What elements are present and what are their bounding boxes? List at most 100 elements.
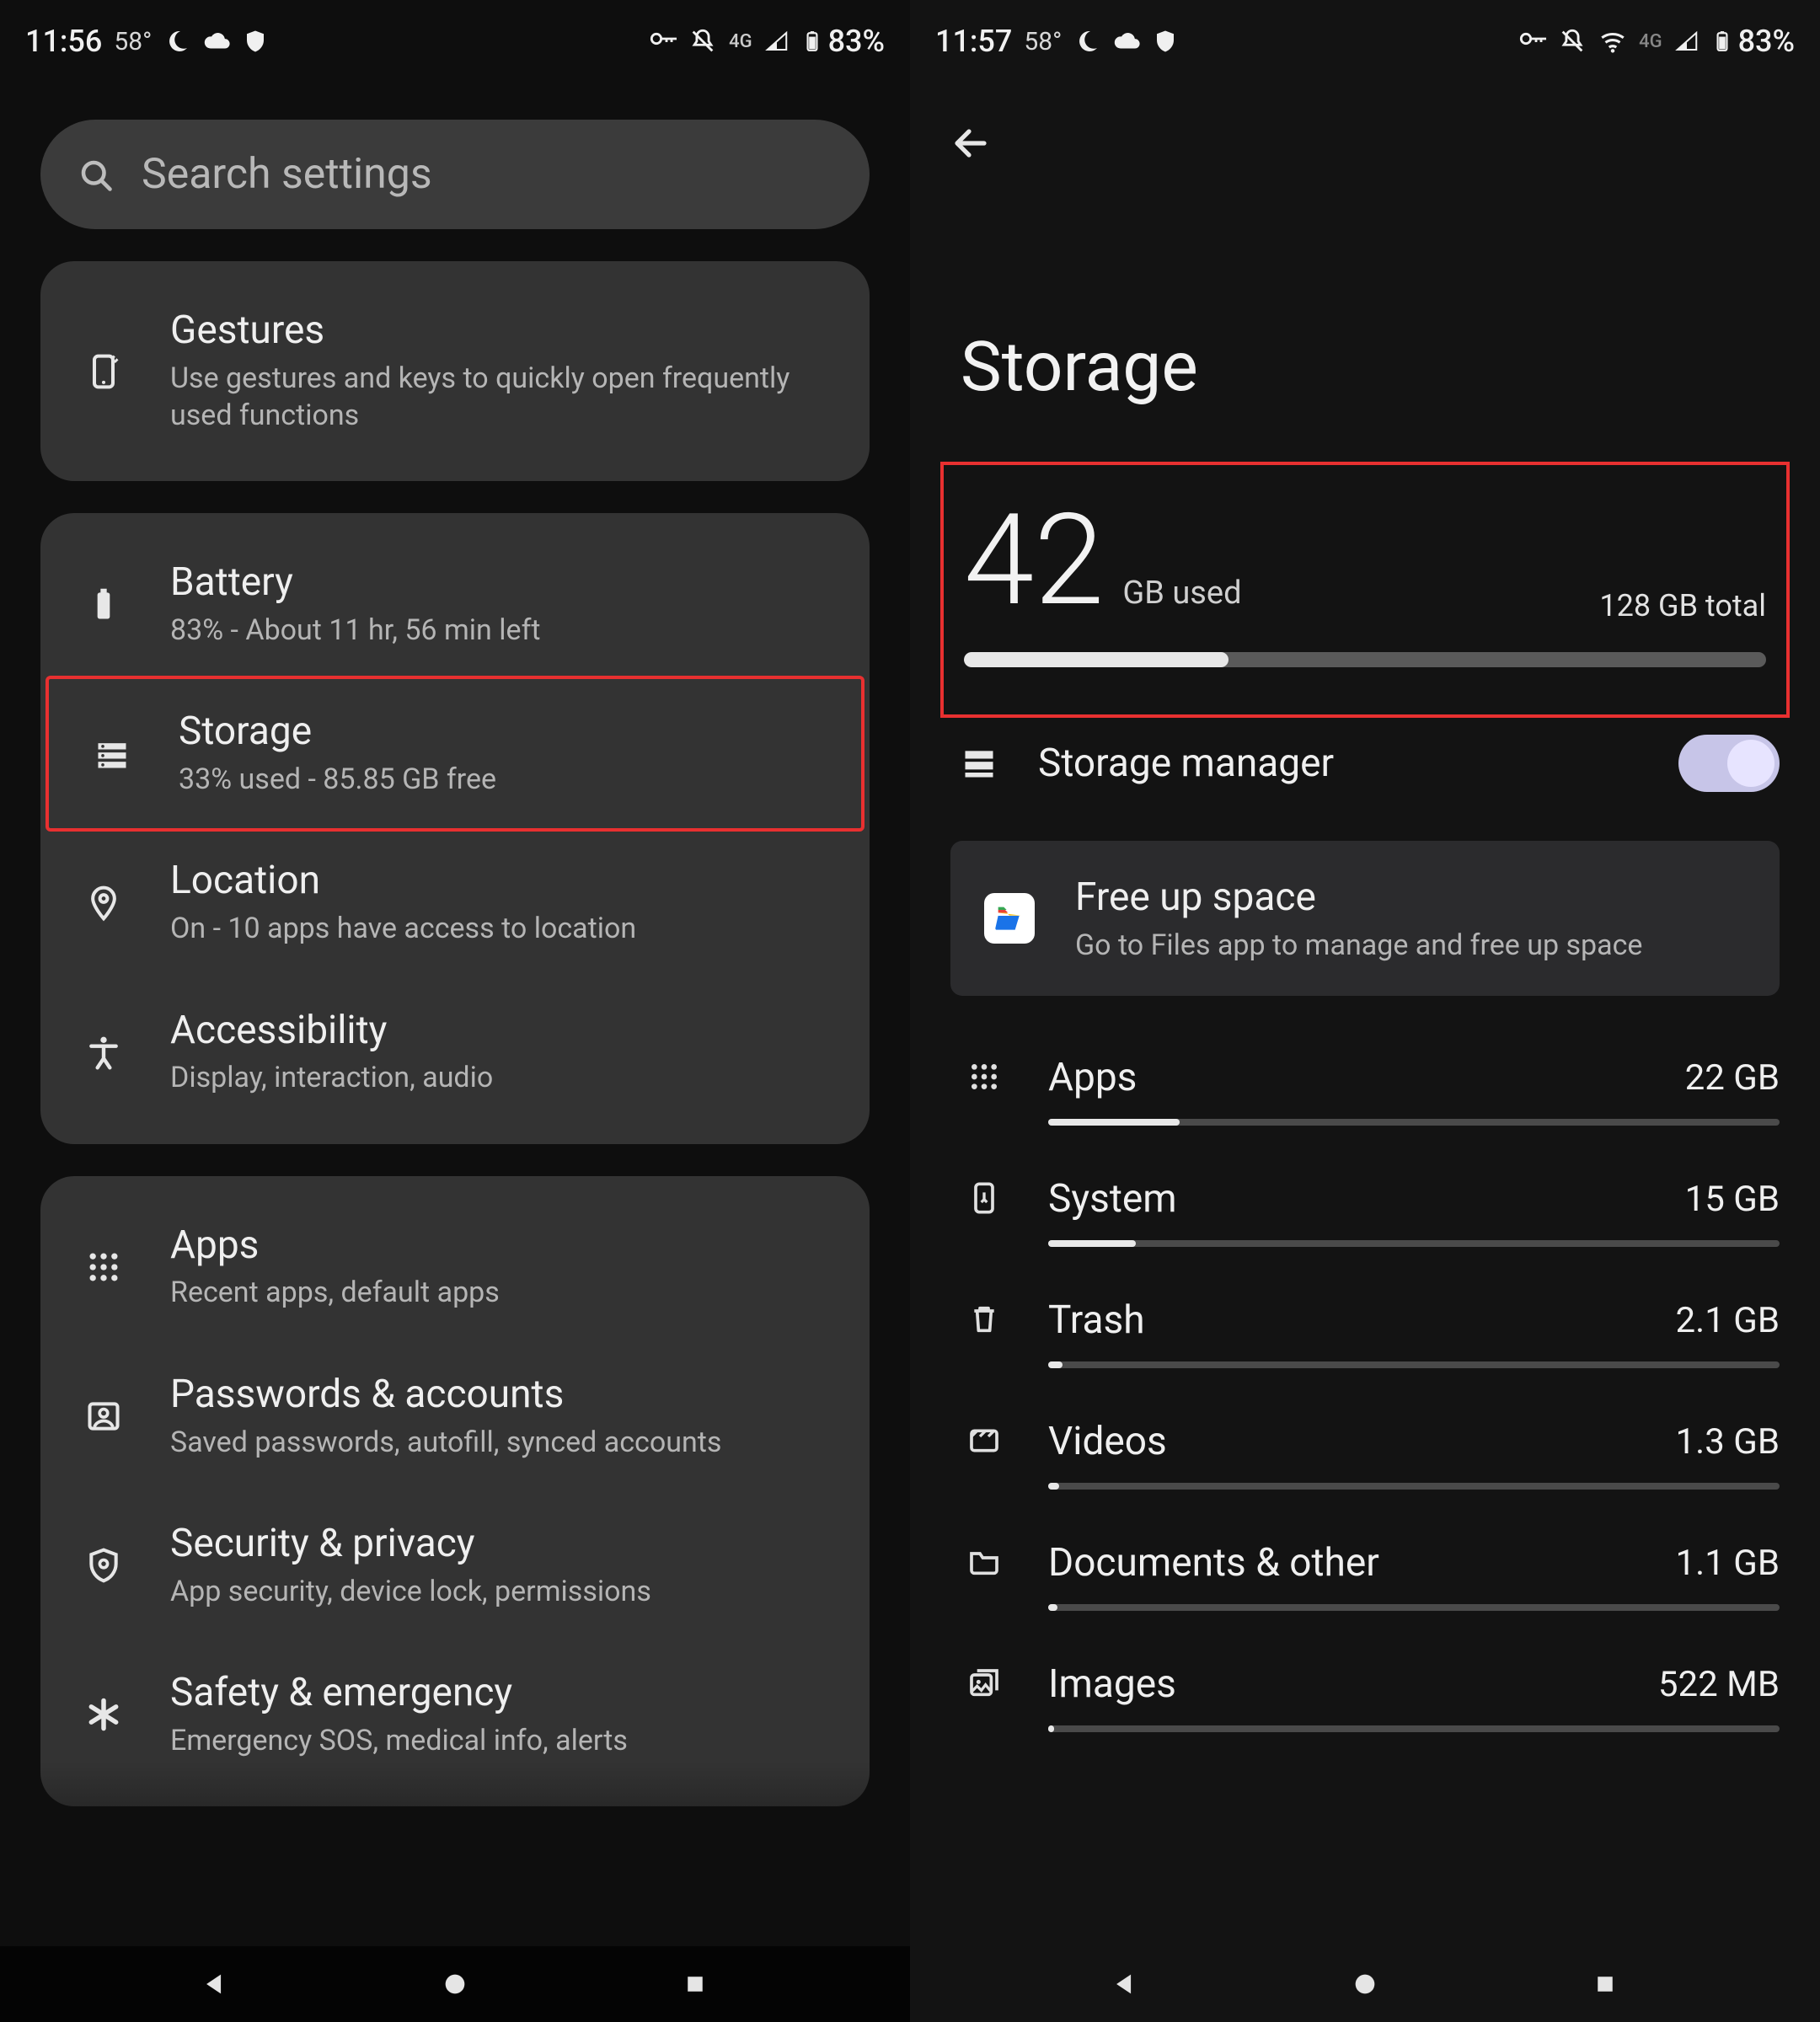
row-title: Passwords & accounts <box>170 1372 836 1417</box>
storage-category-system[interactable]: System 15 GB <box>961 1151 1780 1272</box>
category-bar <box>1048 1483 1780 1490</box>
battery-pct: 83% <box>1738 24 1795 59</box>
row-subtitle: 33% used - 85.85 GB free <box>179 761 827 798</box>
used-unit: GB used <box>1122 575 1241 612</box>
settings-row-security[interactable]: Security & privacyApp security, device l… <box>40 1491 870 1640</box>
category-name: Apps <box>1048 1055 1137 1100</box>
category-bar <box>1048 1604 1780 1611</box>
nav-home[interactable] <box>430 1959 480 2009</box>
storage-detail-screen: 11:57 58° 4G 83% Storage <box>910 0 1820 1946</box>
row-title: Apps <box>170 1223 836 1268</box>
row-title: Gestures <box>170 308 836 353</box>
settings-row-gestures[interactable]: Gestures Use gestures and keys to quickly… <box>40 270 870 473</box>
row-subtitle: Use gestures and keys to quickly open fr… <box>170 360 836 434</box>
vpn-key-icon <box>648 27 677 56</box>
nav-back[interactable] <box>1100 1959 1150 2009</box>
nav-home[interactable] <box>1340 1959 1390 2009</box>
signal-icon <box>1674 29 1700 54</box>
storage-category-images[interactable]: Images 522 MB <box>961 1636 1780 1757</box>
category-name: Videos <box>1048 1419 1167 1464</box>
nav-recents[interactable] <box>1580 1959 1630 2009</box>
weather-icon <box>202 27 231 56</box>
storage-manager-toggle[interactable] <box>1678 735 1780 792</box>
search-settings[interactable]: Search settings <box>40 120 870 229</box>
storage-manager-label: Storage manager <box>1038 741 1638 786</box>
nav-bar <box>0 1946 910 2022</box>
storage-category-trash[interactable]: Trash 2.1 GB <box>961 1272 1780 1393</box>
asterisk-icon <box>74 1696 133 1733</box>
category-size: 15 GB <box>1685 1179 1780 1220</box>
settings-list-screen: 11:56 58° 4G 83% Search settings Ges <box>0 0 910 1946</box>
storage-icon <box>83 736 142 773</box>
settings-row-apps[interactable]: Apps Recent apps, default apps <box>40 1185 870 1342</box>
free-up-sub: Go to Files app to manage and free up sp… <box>1075 928 1642 962</box>
category-bar <box>1048 1119 1780 1126</box>
moon-icon <box>1073 28 1100 55</box>
nav-back[interactable] <box>190 1959 240 2009</box>
battery-pct: 83% <box>828 24 885 59</box>
status-bar: 11:56 58° 4G 83% <box>0 10 910 69</box>
settings-row-battery[interactable]: Battery83% - About 11 hr, 56 min left <box>40 522 870 679</box>
category-name: Images <box>1048 1661 1176 1707</box>
network-type-label: 4G <box>729 31 752 52</box>
status-temp: 58° <box>1024 27 1062 56</box>
wifi-icon <box>1598 27 1627 56</box>
row-subtitle: On - 10 apps have access to location <box>170 910 836 947</box>
row-title: Safety & emergency <box>170 1671 836 1715</box>
row-subtitle: Saved passwords, autofill, synced accoun… <box>170 1424 836 1461</box>
shield-icon <box>74 1547 133 1584</box>
battery-icon <box>1711 27 1733 56</box>
battery-icon <box>801 27 823 56</box>
row-subtitle: 83% - About 11 hr, 56 min left <box>170 612 836 649</box>
settings-row-passwords[interactable]: Passwords & accounts Saved passwords, aut… <box>40 1342 870 1491</box>
nav-bar <box>910 1946 1820 2022</box>
category-name: Documents & other <box>1048 1540 1379 1586</box>
storage-manager-icon <box>961 745 998 782</box>
system-icon <box>961 1176 1008 1215</box>
row-subtitle: Recent apps, default apps <box>170 1274 836 1311</box>
status-bar: 11:57 58° 4G 83% <box>910 10 1820 69</box>
settings-row-location[interactable]: Location On - 10 apps have access to loca… <box>40 828 870 977</box>
free-up-space-card[interactable]: Free up space Go to Files app to manage … <box>950 841 1780 996</box>
storage-manager-row[interactable]: Storage manager <box>910 701 1820 826</box>
back-button[interactable] <box>950 123 991 163</box>
category-size: 1.1 GB <box>1676 1543 1780 1584</box>
category-size: 522 MB <box>1658 1664 1780 1705</box>
vpn-key-icon <box>1518 27 1546 56</box>
nav-recents[interactable] <box>670 1959 720 2009</box>
moon-icon <box>163 28 190 55</box>
movie-icon <box>961 1419 1008 1458</box>
total-label: 128 GB total <box>1599 588 1766 623</box>
page-title: Storage <box>910 184 1820 475</box>
settings-row-accessibility[interactable]: Accessibility Display, interaction, audio <box>40 978 870 1136</box>
storage-usage-summary: 42 GB used 128 GB total <box>950 475 1780 701</box>
row-subtitle: Display, interaction, audio <box>170 1059 836 1096</box>
weather-icon <box>1112 27 1141 56</box>
row-subtitle: App security, device lock, permissions <box>170 1573 836 1610</box>
category-size: 1.3 GB <box>1676 1421 1780 1463</box>
dnd-icon <box>688 27 717 56</box>
settings-row-safety[interactable]: Safety & emergencyEmergency SOS, medical… <box>40 1640 870 1798</box>
accessibility-icon <box>74 1034 133 1071</box>
battery-icon <box>74 586 133 623</box>
category-bar <box>1048 1240 1780 1247</box>
row-title: Location <box>170 859 836 903</box>
storage-category-docs[interactable]: Documents & other 1.1 GB <box>961 1515 1780 1636</box>
row-title: Storage <box>179 709 827 754</box>
category-name: System <box>1048 1176 1177 1222</box>
dnd-icon <box>1558 27 1587 56</box>
shield-status-icon <box>243 29 268 54</box>
category-size: 22 GB <box>1685 1057 1780 1099</box>
signal-icon <box>764 29 790 54</box>
network-type-label: 4G <box>1639 31 1662 52</box>
apps-grid-icon <box>961 1055 1008 1094</box>
row-title: Accessibility <box>170 1008 836 1053</box>
location-icon <box>74 885 133 922</box>
files-app-icon <box>984 893 1035 944</box>
status-time: 11:57 <box>935 24 1012 59</box>
storage-category-videos[interactable]: Videos 1.3 GB <box>961 1393 1780 1515</box>
category-size: 2.1 GB <box>1676 1300 1780 1341</box>
storage-category-apps[interactable]: Apps 22 GB <box>961 1030 1780 1151</box>
settings-row-storage[interactable]: Storage 33% used - 85.85 GB free <box>46 676 864 832</box>
category-name: Trash <box>1048 1297 1145 1343</box>
